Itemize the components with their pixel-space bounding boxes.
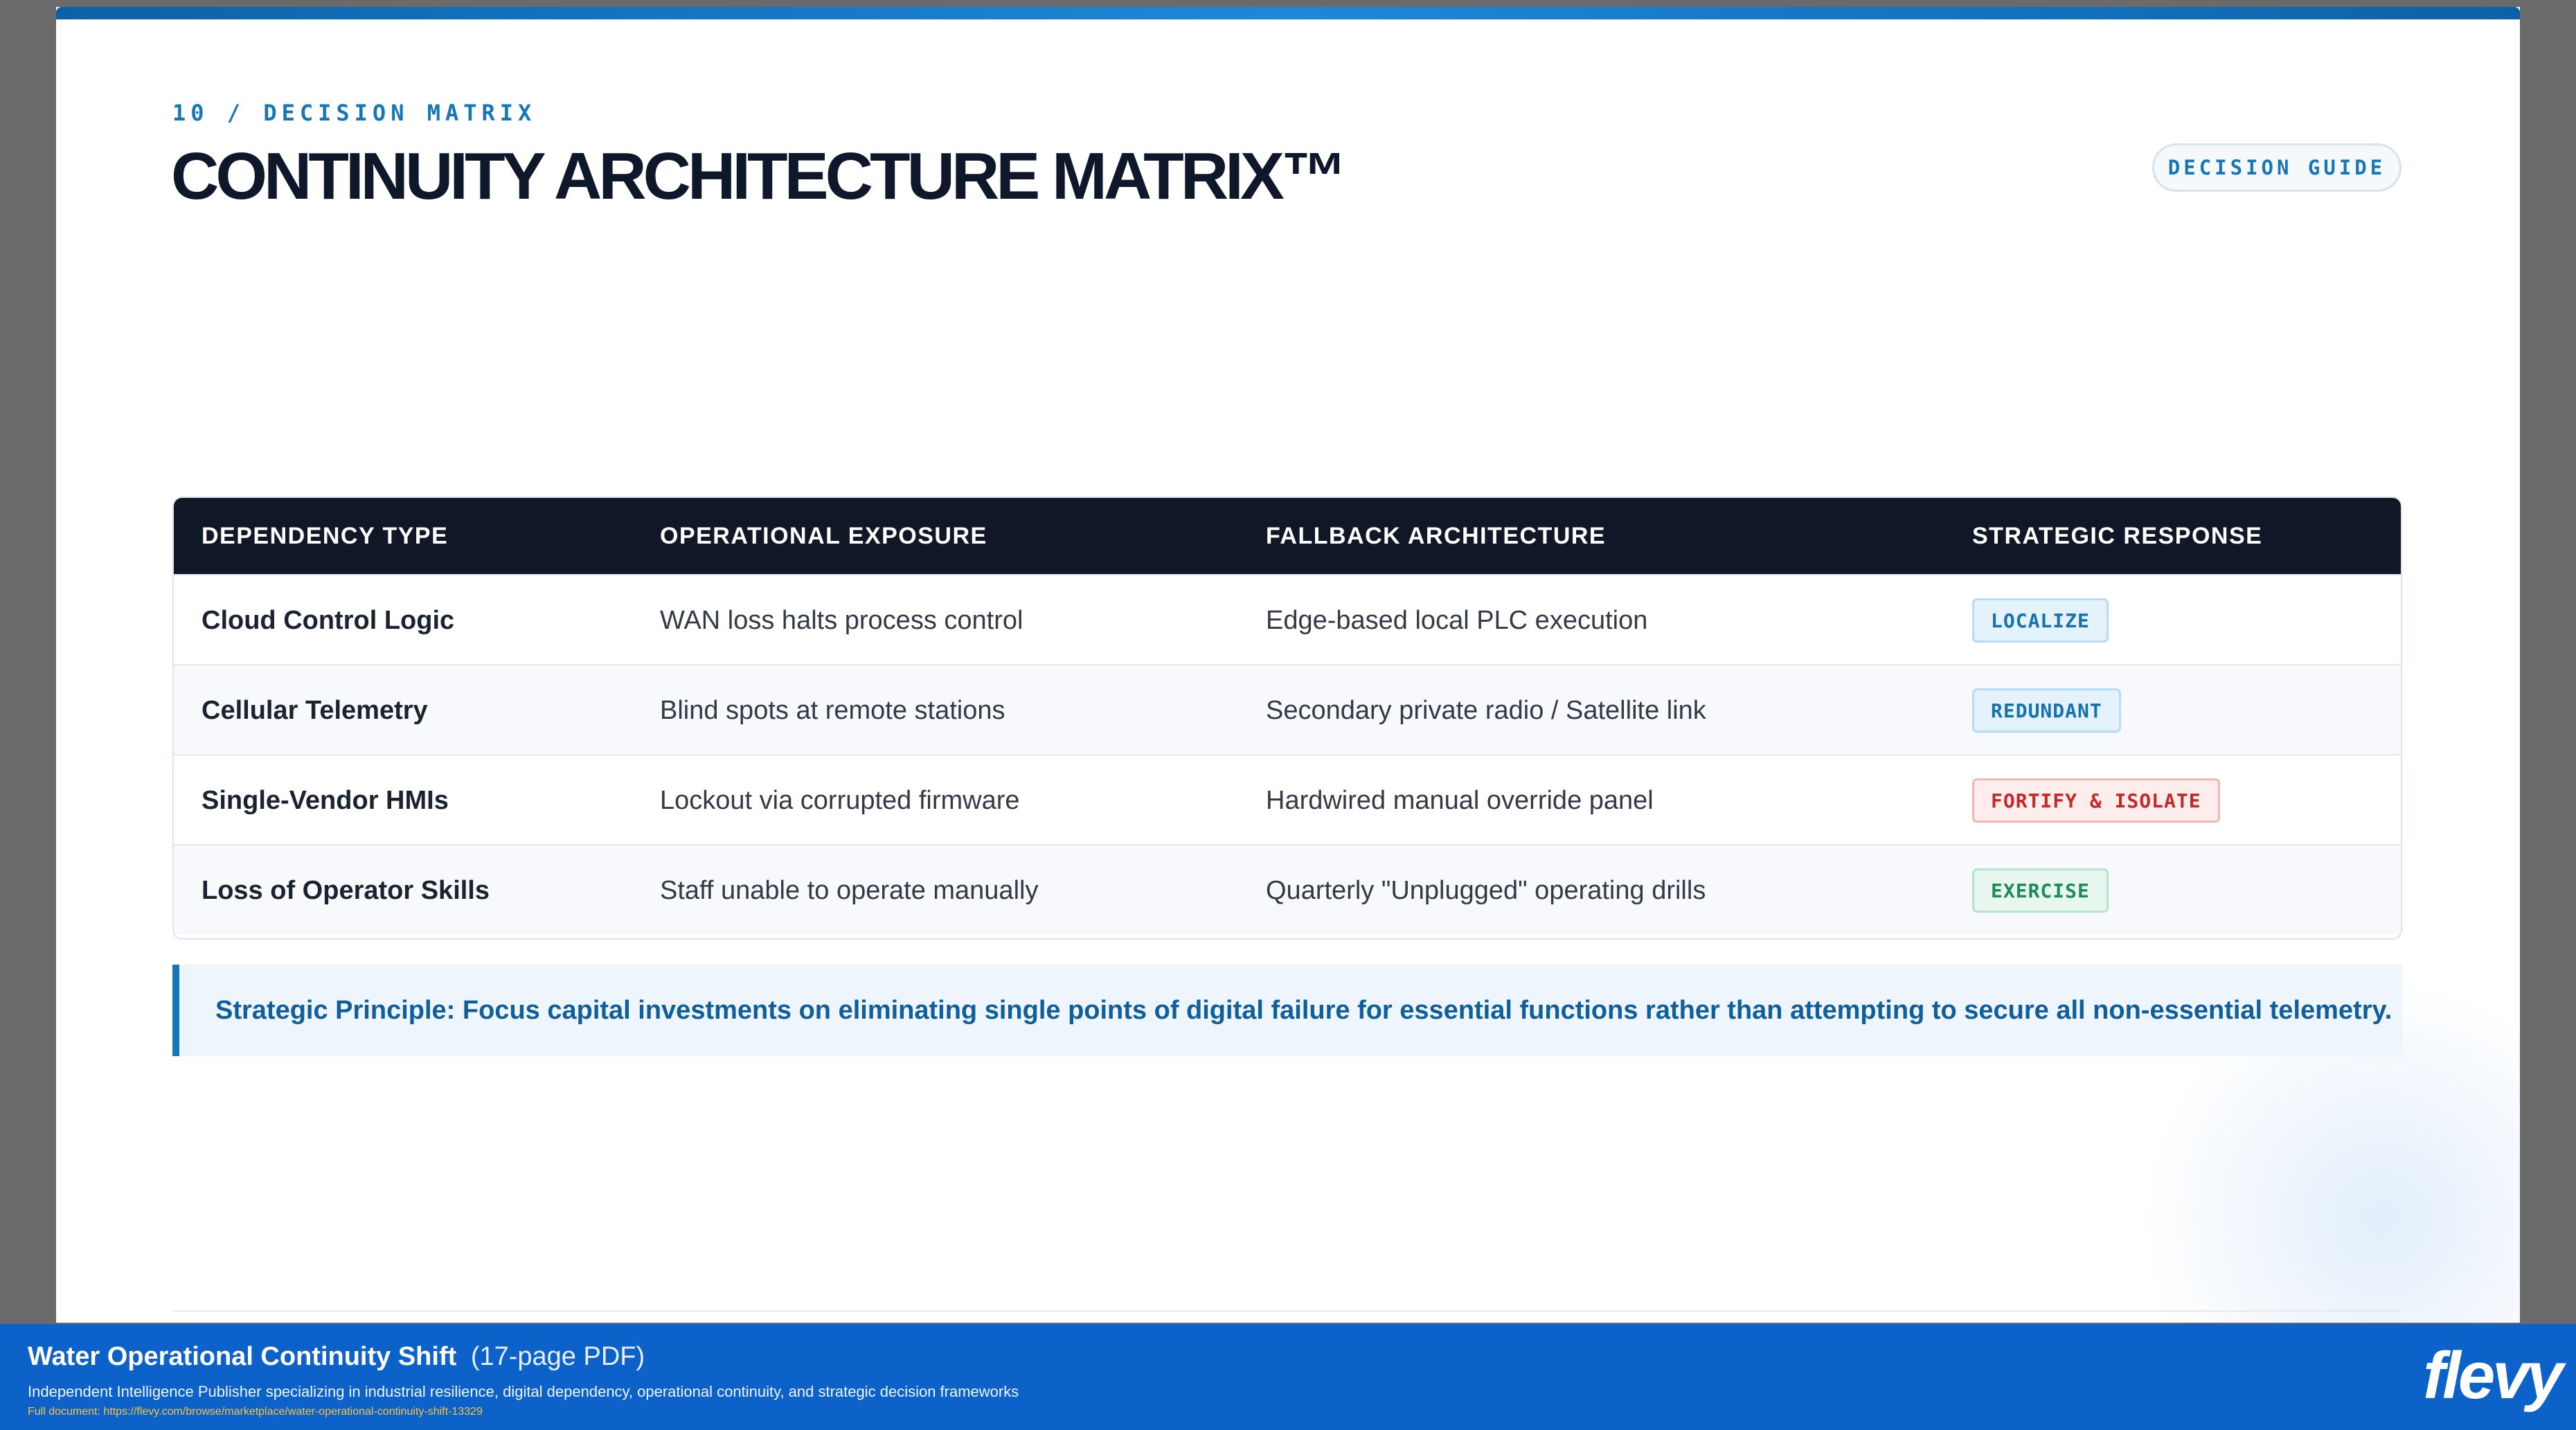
table-header-row: DEPENDENCY TYPE OPERATIONAL EXPOSURE FAL… bbox=[174, 498, 2401, 574]
strategic-principle-callout: Strategic Principle: Focus capital inves… bbox=[172, 965, 2402, 1056]
slide-top-accent-bar bbox=[56, 7, 2520, 19]
page-title: CONTINUITY ARCHITECTURE MATRIX™ bbox=[171, 139, 1348, 213]
document-banner[interactable]: Water Operational Continuity Shift (17-p… bbox=[0, 1324, 2576, 1430]
response-cell: FORTIFY & ISOLATE bbox=[1972, 756, 2220, 846]
publisher-description: Independent Intelligence Publisher speci… bbox=[28, 1383, 1019, 1400]
flevy-logo[interactable]: flevy bbox=[2423, 1338, 2564, 1414]
dependency-cell: Loss of Operator Skills bbox=[202, 875, 490, 905]
response-tag-redundant: REDUNDANT bbox=[1972, 688, 2121, 733]
table-row: Cellular Telemetry Blind spots at remote… bbox=[174, 664, 2401, 754]
column-header-operational-exposure: OPERATIONAL EXPOSURE bbox=[660, 522, 987, 549]
full-document-link[interactable]: Full document: https://flevy.com/browse/… bbox=[28, 1406, 483, 1418]
table-row: Loss of Operator Skills Staff unable to … bbox=[174, 844, 2401, 934]
response-cell: LOCALIZE bbox=[1972, 575, 2109, 665]
column-header-strategic-response: STRATEGIC RESPONSE bbox=[1972, 522, 2263, 549]
footer-divider bbox=[172, 1310, 2402, 1312]
exposure-cell: Staff unable to operate manually bbox=[660, 875, 1039, 905]
column-header-dependency-type: DEPENDENCY TYPE bbox=[202, 522, 449, 549]
document-title[interactable]: Water Operational Continuity Shift bbox=[28, 1342, 456, 1371]
decision-guide-badge: DECISION GUIDE bbox=[2152, 143, 2401, 192]
fallback-cell: Hardwired manual override panel bbox=[1266, 785, 1654, 815]
table-row: Single-Vendor HMIs Lockout via corrupted… bbox=[174, 754, 2401, 844]
page-count: (17-page PDF) bbox=[470, 1342, 645, 1371]
response-tag-fortify-isolate: FORTIFY & ISOLATE bbox=[1972, 778, 2220, 823]
response-tag-localize: LOCALIZE bbox=[1972, 598, 2109, 643]
table-row: Cloud Control Logic WAN loss halts proce… bbox=[174, 574, 2401, 664]
banner-title[interactable]: Water Operational Continuity Shift (17-p… bbox=[28, 1342, 645, 1372]
response-cell: EXERCISE bbox=[1972, 846, 2109, 936]
exposure-cell: Lockout via corrupted firmware bbox=[660, 785, 1020, 815]
dependency-cell: Cellular Telemetry bbox=[202, 695, 428, 725]
exposure-cell: WAN loss halts process control bbox=[660, 605, 1023, 635]
continuity-matrix-table: DEPENDENCY TYPE OPERATIONAL EXPOSURE FAL… bbox=[172, 497, 2402, 940]
fallback-cell: Quarterly "Unplugged" operating drills bbox=[1266, 875, 1706, 905]
dependency-cell: Cloud Control Logic bbox=[202, 605, 455, 635]
section-kicker: 10 / DECISION MATRIX bbox=[172, 100, 537, 126]
column-header-fallback-architecture: FALLBACK ARCHITECTURE bbox=[1266, 522, 1607, 549]
exposure-cell: Blind spots at remote stations bbox=[660, 695, 1005, 725]
fallback-cell: Secondary private radio / Satellite link bbox=[1266, 695, 1706, 725]
fallback-cell: Edge-based local PLC execution bbox=[1266, 605, 1648, 635]
dependency-cell: Single-Vendor HMIs bbox=[202, 785, 449, 815]
slide: 10 / DECISION MATRIX CONTINUITY ARCHITEC… bbox=[56, 7, 2520, 1323]
response-cell: REDUNDANT bbox=[1972, 665, 2121, 756]
response-tag-exercise: EXERCISE bbox=[1972, 868, 2109, 913]
